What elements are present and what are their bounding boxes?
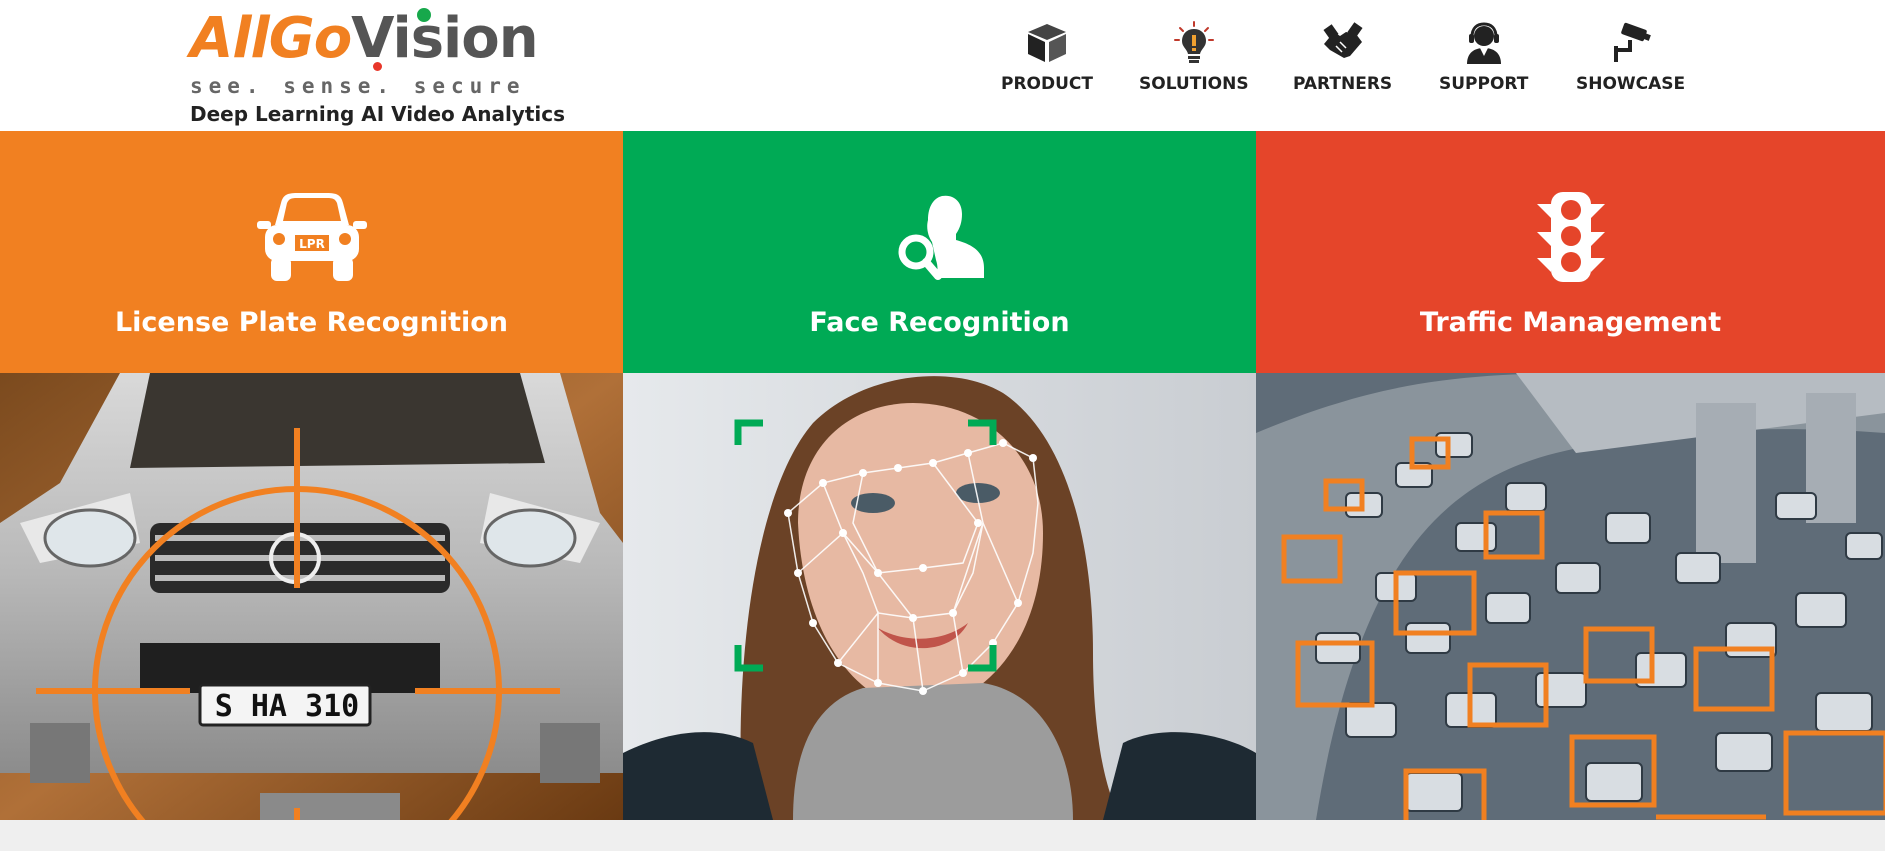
traffic-light-icon bbox=[1535, 187, 1607, 287]
tile-license-plate-recognition[interactable]: LPR License Plate Recognition bbox=[0, 131, 623, 373]
nav-label-partners: PARTNERS bbox=[1293, 74, 1393, 94]
box-icon bbox=[1028, 24, 1066, 62]
logo-subtitle: Deep Learning AI Video Analytics bbox=[190, 102, 566, 126]
tile-label: Face Recognition bbox=[809, 307, 1070, 338]
lpr-car-photo[interactable]: S HA 310 bbox=[0, 373, 623, 820]
security-camera-icon bbox=[1613, 22, 1651, 62]
tile-face-recognition[interactable]: Face Recognition bbox=[623, 131, 1256, 373]
logo-wordmark: AllGoVision bbox=[190, 6, 539, 72]
site-header: AllGoVision see. sense. secure Deep Lear… bbox=[0, 0, 1885, 131]
nav-label-product: PRODUCT bbox=[1001, 74, 1093, 94]
face-recognition-photo[interactable] bbox=[623, 373, 1256, 820]
nav-item-solutions[interactable]: SOLUTIONS bbox=[1139, 20, 1249, 100]
handshake-icon bbox=[1323, 22, 1363, 58]
nav-label-support: SUPPORT bbox=[1439, 74, 1529, 94]
lightbulb-icon bbox=[1173, 21, 1214, 63]
headset-icon bbox=[1466, 22, 1501, 64]
lpr-badge-text: LPR bbox=[299, 237, 325, 251]
nav-item-showcase[interactable]: SHOWCASE bbox=[1576, 20, 1685, 100]
allgovision-logo[interactable]: AllGoVision see. sense. secure Deep Lear… bbox=[190, 6, 565, 126]
nav-label-solutions: SOLUTIONS bbox=[1139, 74, 1249, 94]
nav-item-support[interactable]: SUPPORT bbox=[1439, 20, 1528, 100]
nav-item-product[interactable]: PRODUCT bbox=[1001, 20, 1093, 100]
nav-item-partners[interactable]: PARTNERS bbox=[1293, 20, 1392, 100]
face-search-icon bbox=[892, 187, 988, 287]
car-lpr-icon: LPR bbox=[256, 187, 367, 287]
traffic-management-photo[interactable] bbox=[1256, 373, 1885, 820]
logo-vision-text: Vision bbox=[351, 6, 538, 71]
tile-label: Traffic Management bbox=[1419, 307, 1722, 338]
tile-traffic-management[interactable]: Traffic Management bbox=[1256, 131, 1885, 373]
nav-label-showcase: SHOWCASE bbox=[1576, 74, 1686, 94]
tile-label: License Plate Recognition bbox=[114, 307, 509, 338]
footer-strip bbox=[0, 820, 1885, 851]
logo-red-dot bbox=[373, 62, 382, 71]
logo-allgo-text: AllGo bbox=[190, 6, 352, 71]
logo-green-dot bbox=[417, 8, 431, 22]
logo-tagline: see. sense. secure bbox=[190, 74, 526, 98]
car-plate-text: S HA 310 bbox=[215, 689, 360, 724]
